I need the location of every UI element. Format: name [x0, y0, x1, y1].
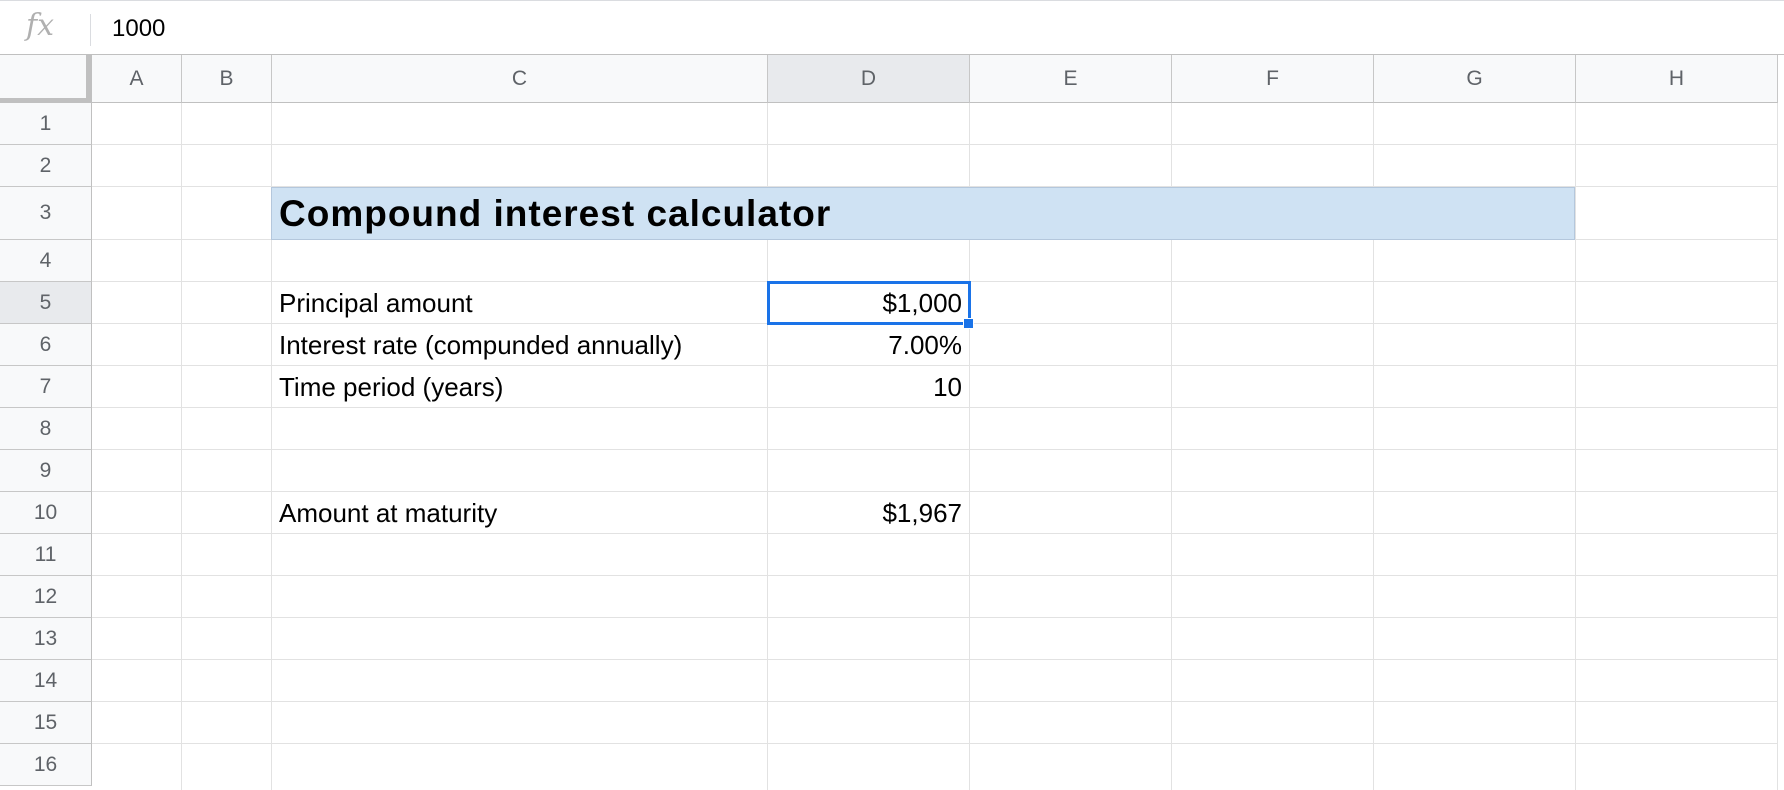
gridline [181, 103, 182, 790]
gridline [92, 407, 1778, 408]
row-header-15[interactable]: 15 [0, 702, 92, 744]
period-label[interactable]: Time period (years) [279, 372, 503, 402]
column-header-h[interactable]: H [1576, 55, 1778, 103]
gridline [92, 144, 1778, 145]
row-header-8[interactable]: 8 [0, 408, 92, 450]
rate-value[interactable]: 7.00% [772, 330, 962, 360]
column-header-g[interactable]: G [1374, 55, 1576, 103]
formula-bar: fx 1000 [0, 0, 1784, 55]
principal-label[interactable]: Principal amount [279, 288, 473, 318]
column-header-e[interactable]: E [970, 55, 1172, 103]
gridline [92, 659, 1778, 660]
gridline [1777, 103, 1778, 790]
fx-icon: fx [26, 8, 55, 43]
gridline [92, 365, 1778, 366]
period-value[interactable]: 10 [772, 372, 962, 402]
row-header-9[interactable]: 9 [0, 450, 92, 492]
gridline [92, 617, 1778, 618]
gridline [1575, 103, 1576, 790]
formula-input[interactable]: 1000 [112, 15, 165, 43]
row-header-7[interactable]: 7 [0, 366, 92, 408]
row-header-3[interactable]: 3 [0, 187, 92, 240]
column-header-a[interactable]: A [92, 55, 182, 103]
column-header-d[interactable]: D [768, 55, 970, 103]
formula-bar-divider [90, 14, 91, 46]
row-header-10[interactable]: 10 [0, 492, 92, 534]
rate-label[interactable]: Interest rate (compunded annually) [279, 330, 682, 360]
column-header-f[interactable]: F [1172, 55, 1374, 103]
gridline [92, 491, 1778, 492]
row-header-4[interactable]: 4 [0, 240, 92, 282]
row-header-13[interactable]: 13 [0, 618, 92, 660]
column-header-c[interactable]: C [272, 55, 768, 103]
row-header-16[interactable]: 16 [0, 744, 92, 786]
row-header-12[interactable]: 12 [0, 576, 92, 618]
gridline [92, 533, 1778, 534]
row-header-5[interactable]: 5 [0, 282, 92, 324]
row-header-2[interactable]: 2 [0, 145, 92, 187]
gridline [92, 701, 1778, 702]
row-header-14[interactable]: 14 [0, 660, 92, 702]
column-header-b[interactable]: B [182, 55, 272, 103]
fill-handle[interactable] [963, 318, 974, 329]
select-all-corner[interactable] [0, 55, 92, 103]
gridline [92, 449, 1778, 450]
row-header-1[interactable]: 1 [0, 103, 92, 145]
row-header-6[interactable]: 6 [0, 324, 92, 366]
gridline [92, 743, 1778, 744]
sheet-title: Compound interest calculator [279, 193, 832, 234]
row-header-11[interactable]: 11 [0, 534, 92, 576]
active-cell-selection[interactable] [767, 281, 971, 325]
sheet-grid[interactable]: A B C D E F G H 1 2 3 4 5 6 7 8 9 10 11 … [0, 55, 1784, 790]
maturity-value[interactable]: $1,967 [772, 498, 962, 528]
maturity-label[interactable]: Amount at maturity [279, 498, 497, 528]
gridline [92, 575, 1778, 576]
